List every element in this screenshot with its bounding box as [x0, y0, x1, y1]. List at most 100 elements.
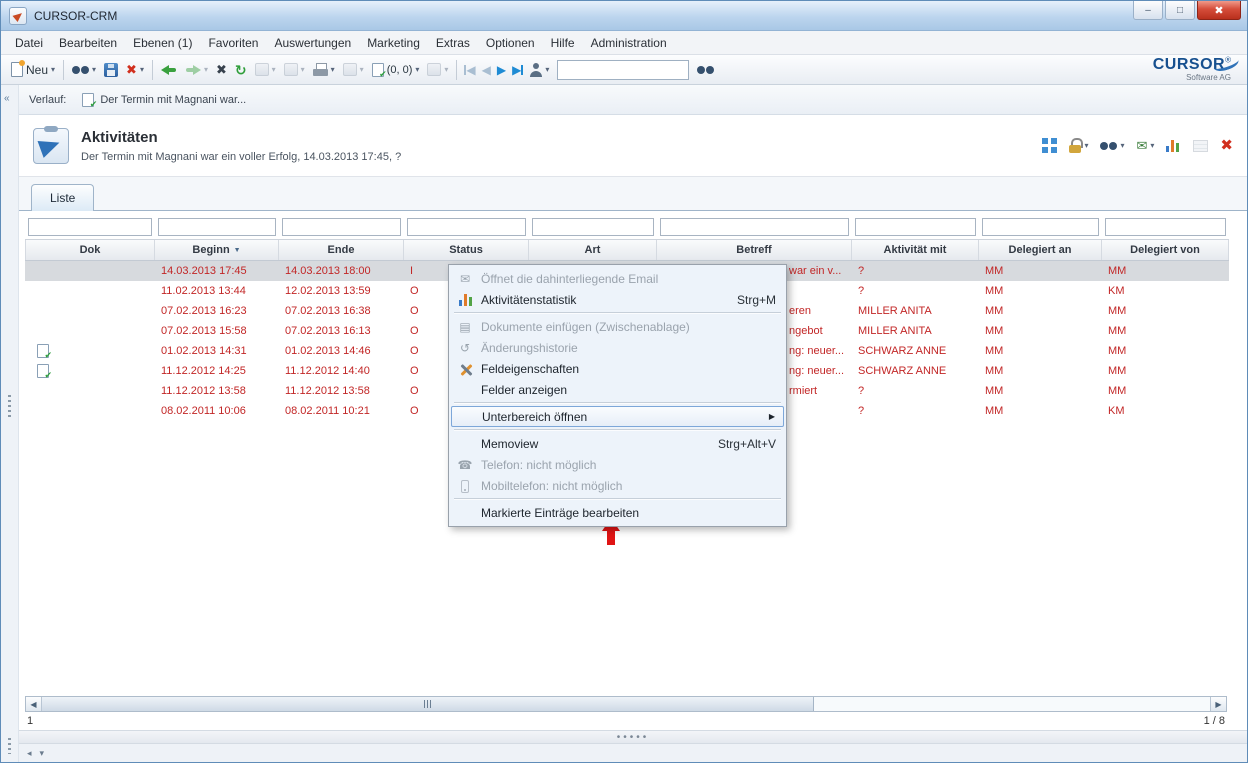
- column-header-beginn[interactable]: Beginn▼: [155, 240, 279, 260]
- close-view-button[interactable]: ✖: [1220, 138, 1233, 153]
- cell-delegiert-an: MM: [979, 361, 1102, 381]
- filter-input-ende[interactable]: [282, 218, 401, 236]
- history-bar: Verlauf: Der Termin mit Magnani war...: [19, 85, 1247, 115]
- bottom-collapse-down-icon[interactable]: ▾: [40, 748, 45, 759]
- selection-counter-button[interactable]: (0, 0) ▾: [368, 58, 424, 82]
- rail-collapse-icon[interactable]: «: [4, 93, 10, 104]
- column-header-aktivitaet-mit[interactable]: Aktivität mit: [852, 240, 979, 260]
- scroll-left-button[interactable]: ◀: [26, 697, 42, 711]
- cell-delegiert-von: MM: [1102, 261, 1229, 281]
- binoculars-icon: [697, 64, 714, 76]
- minimize-button[interactable]: –: [1133, 1, 1163, 20]
- quick-search-input[interactable]: [557, 60, 689, 80]
- close-record-button[interactable]: ✖: [212, 58, 231, 82]
- filter-input-status[interactable]: [407, 218, 526, 236]
- forward-button: ▾: [181, 58, 212, 82]
- save-button[interactable]: [100, 58, 122, 82]
- title-bar: CURSOR-CRM – □ ✖: [1, 1, 1247, 31]
- maximize-button[interactable]: □: [1165, 1, 1195, 20]
- menu-administration[interactable]: Administration: [583, 33, 675, 53]
- scrollbar-track[interactable]: [814, 697, 1210, 711]
- cell-beginn: 11.12.2012 13:58: [155, 381, 279, 401]
- context-item-markierte-eintraege[interactable]: Markierte Einträge bearbeiten: [451, 502, 784, 523]
- record-count: 1 / 8: [1204, 715, 1225, 727]
- refresh-icon: ↻: [235, 63, 247, 77]
- cell-beginn: 08.02.2011 10:06: [155, 401, 279, 421]
- grid-icon: [1042, 138, 1057, 153]
- cell-aktivitaet-mit: SCHWARZ ANNE: [852, 341, 979, 361]
- header-search-button[interactable]: ▾: [1100, 140, 1124, 152]
- history-entry[interactable]: Der Termin mit Magnani war...: [76, 91, 252, 109]
- context-item-aktivitaetenstatistik[interactable]: Aktivitätenstatistik Strg+M: [451, 289, 784, 310]
- export-mail-button[interactable]: ✉▾: [1137, 139, 1155, 152]
- favorites-button: ▾: [280, 58, 309, 82]
- menu-favoriten[interactable]: Favoriten: [200, 33, 266, 53]
- save-icon: [104, 63, 118, 77]
- filter-input-aktivitaet-mit[interactable]: [855, 218, 976, 236]
- menu-ebenen[interactable]: Ebenen (1): [125, 33, 200, 53]
- cell-dok: [25, 301, 155, 321]
- print-button[interactable]: ▾: [309, 58, 339, 82]
- favorites-icon: [284, 63, 298, 76]
- page-subtitle: Der Termin mit Magnani war ein voller Er…: [81, 151, 401, 163]
- filter-input-betreff[interactable]: [660, 218, 849, 236]
- mobile-phone-icon: [455, 478, 475, 492]
- nav-next-button[interactable]: ▶: [494, 62, 509, 78]
- rail-drag-handle-bottom[interactable]: [8, 738, 11, 754]
- context-item-felder-anzeigen[interactable]: Felder anzeigen: [451, 379, 784, 400]
- find-button[interactable]: [693, 58, 718, 82]
- bottom-collapse-left-icon[interactable]: ◂: [27, 748, 32, 759]
- menu-optionen[interactable]: Optionen: [478, 33, 543, 53]
- context-item-memoview[interactable]: Memoview Strg+Alt+V: [451, 433, 784, 454]
- layout-grid-button[interactable]: [1042, 138, 1057, 153]
- menu-bearbeiten[interactable]: Bearbeiten: [51, 33, 125, 53]
- column-header-betreff[interactable]: Betreff: [657, 240, 852, 260]
- column-header-delegiert-an[interactable]: Delegiert an: [979, 240, 1102, 260]
- menu-datei[interactable]: Datei: [7, 33, 51, 53]
- context-item-unterbereich-oeffnen[interactable]: Unterbereich öffnen ▶: [451, 406, 784, 427]
- back-button[interactable]: [157, 58, 181, 82]
- search-button[interactable]: ▾: [68, 58, 100, 82]
- nav-last-button[interactable]: ▶: [509, 62, 526, 78]
- filter-input-art[interactable]: [532, 218, 654, 236]
- filter-input-delegiert-von[interactable]: [1105, 218, 1226, 236]
- close-record-icon: ✖: [216, 63, 227, 76]
- send-icon: [343, 63, 357, 76]
- menu-extras[interactable]: Extras: [428, 33, 478, 53]
- chevron-down-icon: ▾: [360, 66, 364, 74]
- cell-ende: 11.12.2012 13:58: [279, 381, 404, 401]
- document-check-icon: [37, 364, 49, 378]
- horizontal-splitter[interactable]: •••••: [19, 730, 1247, 744]
- filter-input-dok[interactable]: [28, 218, 152, 236]
- context-item-telefon: ☎ Telefon: nicht möglich: [451, 454, 784, 475]
- chevron-down-icon: ▾: [331, 66, 335, 74]
- refresh-button[interactable]: ↻: [231, 58, 251, 82]
- menu-auswertungen[interactable]: Auswertungen: [266, 33, 359, 53]
- menu-hilfe[interactable]: Hilfe: [543, 33, 583, 53]
- filter-input-delegiert-an[interactable]: [982, 218, 1099, 236]
- person-search-button[interactable]: ▾: [526, 58, 553, 82]
- menu-marketing[interactable]: Marketing: [359, 33, 428, 53]
- filter-input-beginn[interactable]: [158, 218, 276, 236]
- column-header-status[interactable]: Status: [404, 240, 529, 260]
- column-header-delegiert-von[interactable]: Delegiert von: [1102, 240, 1229, 260]
- window-controls: – □ ✖: [1131, 1, 1247, 30]
- rail-drag-handle[interactable]: [8, 395, 11, 419]
- close-button[interactable]: ✖: [1197, 1, 1241, 20]
- scroll-right-button[interactable]: ▶: [1210, 697, 1226, 711]
- scrollbar-thumb[interactable]: [42, 697, 814, 711]
- toolbar: Neu ▾ ▾ ✖ ▾ ▾ ✖ ↻ ▾: [1, 55, 1247, 85]
- shortcut-label: Strg+M: [737, 293, 776, 307]
- splitter-grip-dots: •••••: [617, 732, 650, 743]
- column-header-dok[interactable]: Dok: [25, 240, 155, 260]
- statistics-button[interactable]: [1166, 139, 1181, 152]
- new-button[interactable]: Neu ▾: [7, 58, 59, 82]
- context-item-feldeigenschaften[interactable]: Feldeigenschaften: [451, 358, 784, 379]
- delete-button[interactable]: ✖ ▾: [122, 58, 148, 82]
- document-check-icon: [82, 93, 94, 107]
- cell-beginn: 14.03.2013 17:45: [155, 261, 279, 281]
- lock-button[interactable]: ▾: [1069, 138, 1088, 153]
- column-header-art[interactable]: Art: [529, 240, 657, 260]
- column-header-ende[interactable]: Ende: [279, 240, 404, 260]
- tab-liste[interactable]: Liste: [31, 184, 94, 211]
